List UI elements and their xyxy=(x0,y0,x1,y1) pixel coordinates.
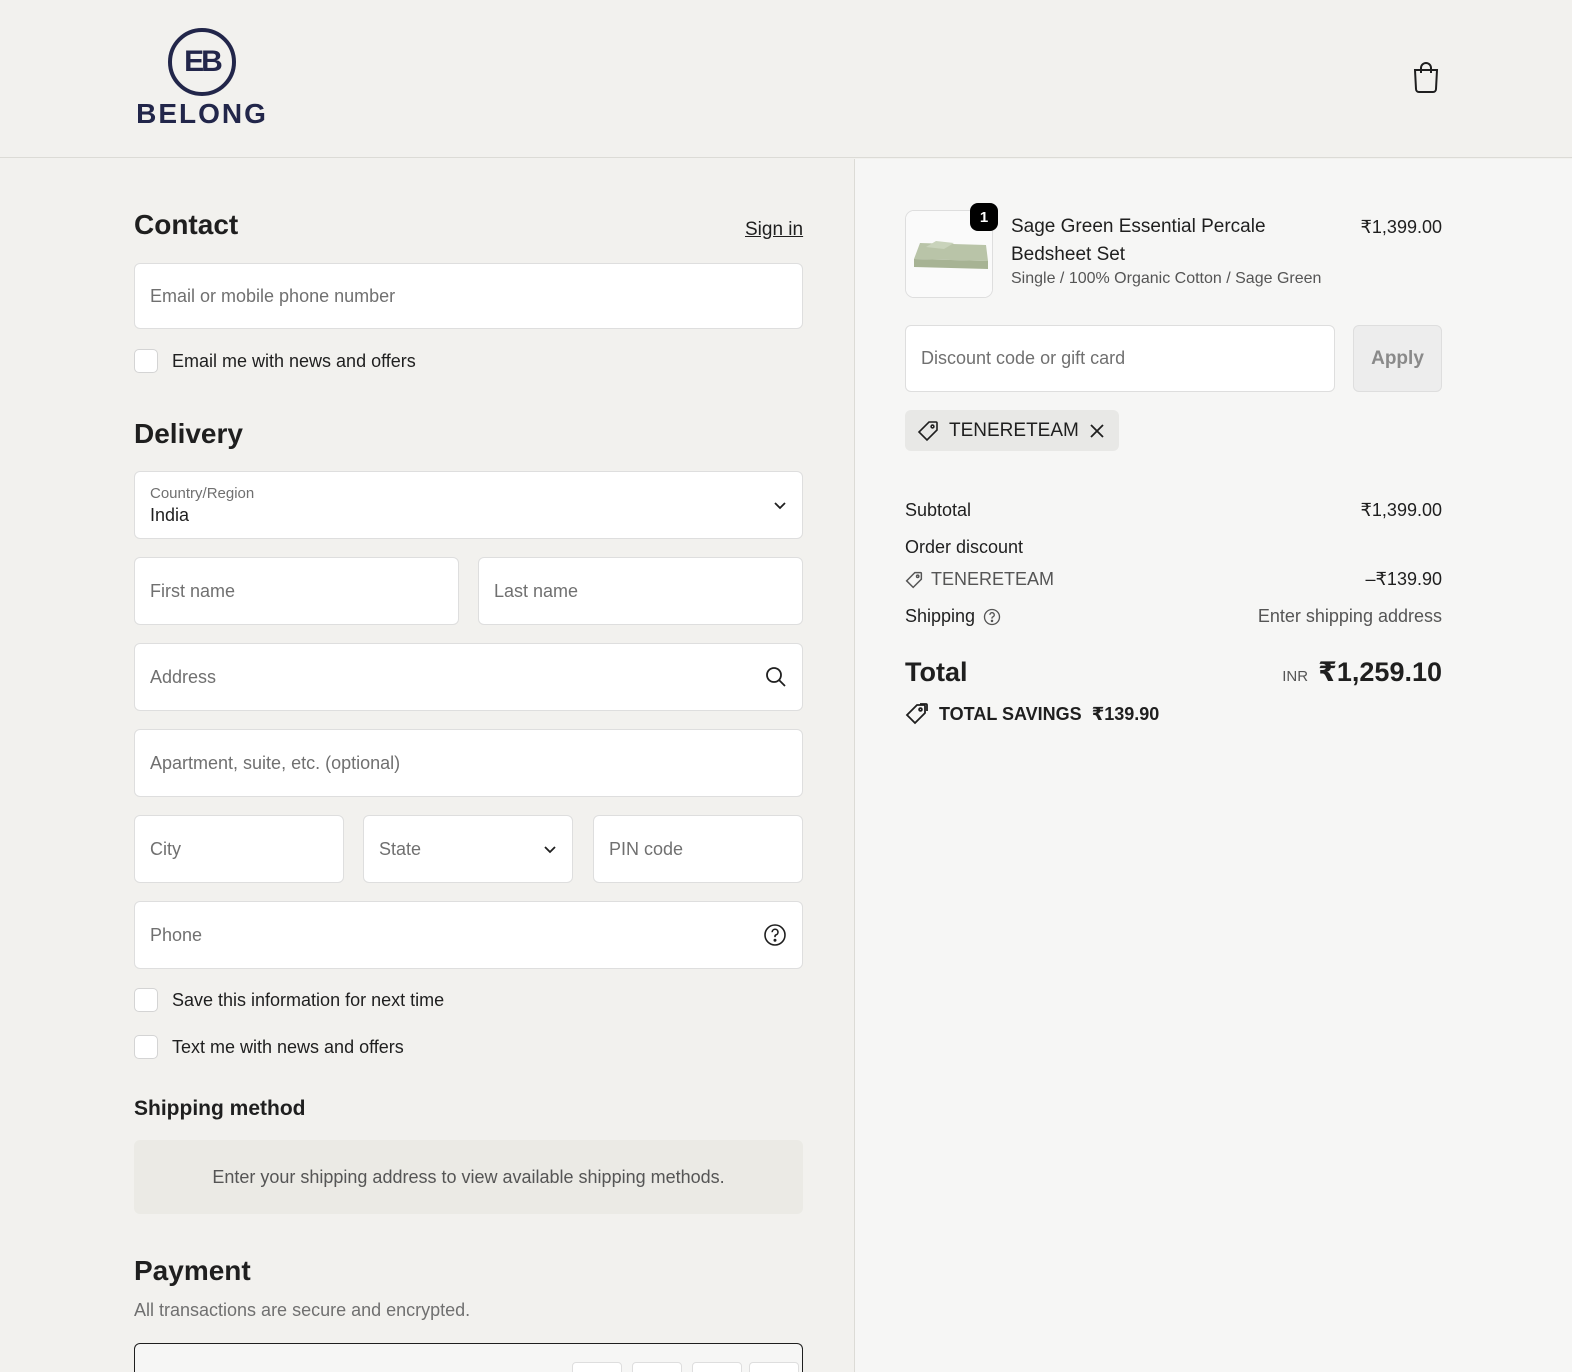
card-logo-icon xyxy=(572,1362,622,1372)
phone-field[interactable]: Phone xyxy=(134,901,803,969)
help-circle-icon[interactable] xyxy=(983,608,1001,626)
country-label: Country/Region xyxy=(150,484,255,502)
save-info-checkbox[interactable]: Save this information for next time xyxy=(134,988,444,1012)
country-select[interactable]: Country/Region India xyxy=(134,471,803,539)
subtotal-value: ₹1,399.00 xyxy=(1360,500,1442,520)
remove-discount-button[interactable] xyxy=(1089,423,1105,439)
total-amount-group: INR ₹1,259.10 xyxy=(1282,657,1442,688)
savings-label: TOTAL SAVINGS xyxy=(939,703,1082,724)
last-name-placeholder: Last name xyxy=(494,580,579,601)
address-placeholder: Address xyxy=(150,666,217,687)
payment-method-box[interactable] xyxy=(134,1343,803,1372)
card-logo-icon xyxy=(749,1362,799,1372)
help-circle-icon[interactable] xyxy=(763,923,787,947)
tag-icon xyxy=(905,703,928,725)
shipping-method-title: Shipping method xyxy=(134,1097,306,1120)
subtotal-label: Subtotal xyxy=(905,500,972,520)
payment-title: Payment xyxy=(134,1255,251,1286)
sign-in-link[interactable]: Sign in xyxy=(745,219,803,241)
total-value: ₹1,259.10 xyxy=(1318,657,1442,687)
applied-discount-chip: TENERETEAM xyxy=(905,410,1119,451)
apartment-field[interactable]: Apartment, suite, etc. (optional) xyxy=(134,729,803,797)
city-placeholder: City xyxy=(150,838,181,859)
card-logo-icon xyxy=(692,1362,742,1372)
pin-code-placeholder: PIN code xyxy=(609,838,684,859)
chevron-down-icon xyxy=(544,846,556,854)
first-name-field[interactable]: First name xyxy=(134,557,459,625)
shipping-method-notice: Enter your shipping address to view avai… xyxy=(134,1140,803,1214)
quantity-badge: 1 xyxy=(970,203,998,231)
product-name: Sage Green Essential Percale Bedsheet Se… xyxy=(1011,216,1266,265)
email-placeholder: Email or mobile phone number xyxy=(150,285,396,306)
checkbox-label: Email me with news and offers xyxy=(172,350,416,371)
discount-code-field[interactable]: Discount code or gift card xyxy=(905,325,1335,392)
discount-code-label: TENERETEAM xyxy=(905,569,1054,590)
address-field[interactable]: Address xyxy=(134,643,803,711)
logo-mark: EB xyxy=(168,28,236,96)
currency-code: INR xyxy=(1282,668,1309,685)
chevron-down-icon xyxy=(774,502,786,510)
contact-title: Contact xyxy=(134,209,239,240)
apartment-placeholder: Apartment, suite, etc. (optional) xyxy=(150,752,401,773)
email-news-checkbox[interactable]: Email me with news and offers xyxy=(134,349,416,373)
checkout-form: Contact Sign in Email or mobile phone nu… xyxy=(0,159,855,1372)
card-logo-icon xyxy=(632,1362,682,1372)
discount-code-text: TENERETEAM xyxy=(931,569,1055,589)
order-summary: 1 Sage Green Essential Percale Bedsheet … xyxy=(855,159,1572,1372)
discount-code-row: TENERETEAM –₹139.90 xyxy=(905,569,1442,590)
tag-icon xyxy=(905,571,923,588)
first-name-placeholder: First name xyxy=(150,580,236,601)
shipping-label-group: Shipping xyxy=(905,606,1001,627)
shipping-row: Shipping Enter shipping address xyxy=(905,606,1442,627)
order-discount-row: Order discount xyxy=(905,537,1442,558)
last-name-field[interactable]: Last name xyxy=(478,557,803,625)
discount-placeholder: Discount code or gift card xyxy=(921,348,1126,368)
apply-discount-button[interactable]: Apply xyxy=(1353,325,1442,392)
checkbox-label: Text me with news and offers xyxy=(172,1036,404,1057)
state-placeholder: State xyxy=(379,838,422,859)
total-savings: TOTAL SAVINGS ₹139.90 xyxy=(905,702,1159,726)
checkbox-box[interactable] xyxy=(134,988,158,1012)
shipping-label: Shipping xyxy=(905,606,976,626)
total-row: Total INR ₹1,259.10 xyxy=(905,657,1442,688)
checkbox-label: Save this information for next time xyxy=(172,989,445,1010)
savings-value: ₹139.90 xyxy=(1091,703,1160,724)
search-icon[interactable] xyxy=(765,666,787,688)
tag-icon xyxy=(917,420,938,441)
discount-value: –₹139.90 xyxy=(1365,569,1442,589)
payment-subtitle: All transactions are secure and encrypte… xyxy=(134,1300,471,1320)
order-discount-label: Order discount xyxy=(905,537,1024,557)
checkbox-box[interactable] xyxy=(134,1035,158,1059)
site-header: EB BELONG xyxy=(0,0,1572,158)
subtotal-row: Subtotal ₹1,399.00 xyxy=(905,500,1442,521)
total-label: Total xyxy=(905,657,968,687)
delivery-title: Delivery xyxy=(134,418,243,449)
brand-logo[interactable]: EB BELONG xyxy=(134,28,270,130)
email-field[interactable]: Email or mobile phone number xyxy=(134,263,803,329)
close-icon xyxy=(1090,423,1104,438)
city-field[interactable]: City xyxy=(134,815,344,883)
pin-code-field[interactable]: PIN code xyxy=(593,815,803,883)
shipping-value: Enter shipping address xyxy=(1257,606,1442,626)
cart-button[interactable] xyxy=(1410,60,1442,94)
brand-name: BELONG xyxy=(136,98,268,129)
state-select[interactable]: State xyxy=(363,815,573,883)
product-variant: Single / 100% Organic Cotton / Sage Gree… xyxy=(1011,270,1322,287)
text-offers-checkbox[interactable]: Text me with news and offers xyxy=(134,1035,404,1059)
product-price: ₹1,399.00 xyxy=(1360,217,1442,237)
shopping-bag-icon xyxy=(1413,62,1439,93)
applied-code: TENERETEAM xyxy=(949,419,1079,441)
country-value: India xyxy=(150,504,190,525)
checkbox-box[interactable] xyxy=(134,349,158,373)
phone-placeholder: Phone xyxy=(150,924,203,945)
